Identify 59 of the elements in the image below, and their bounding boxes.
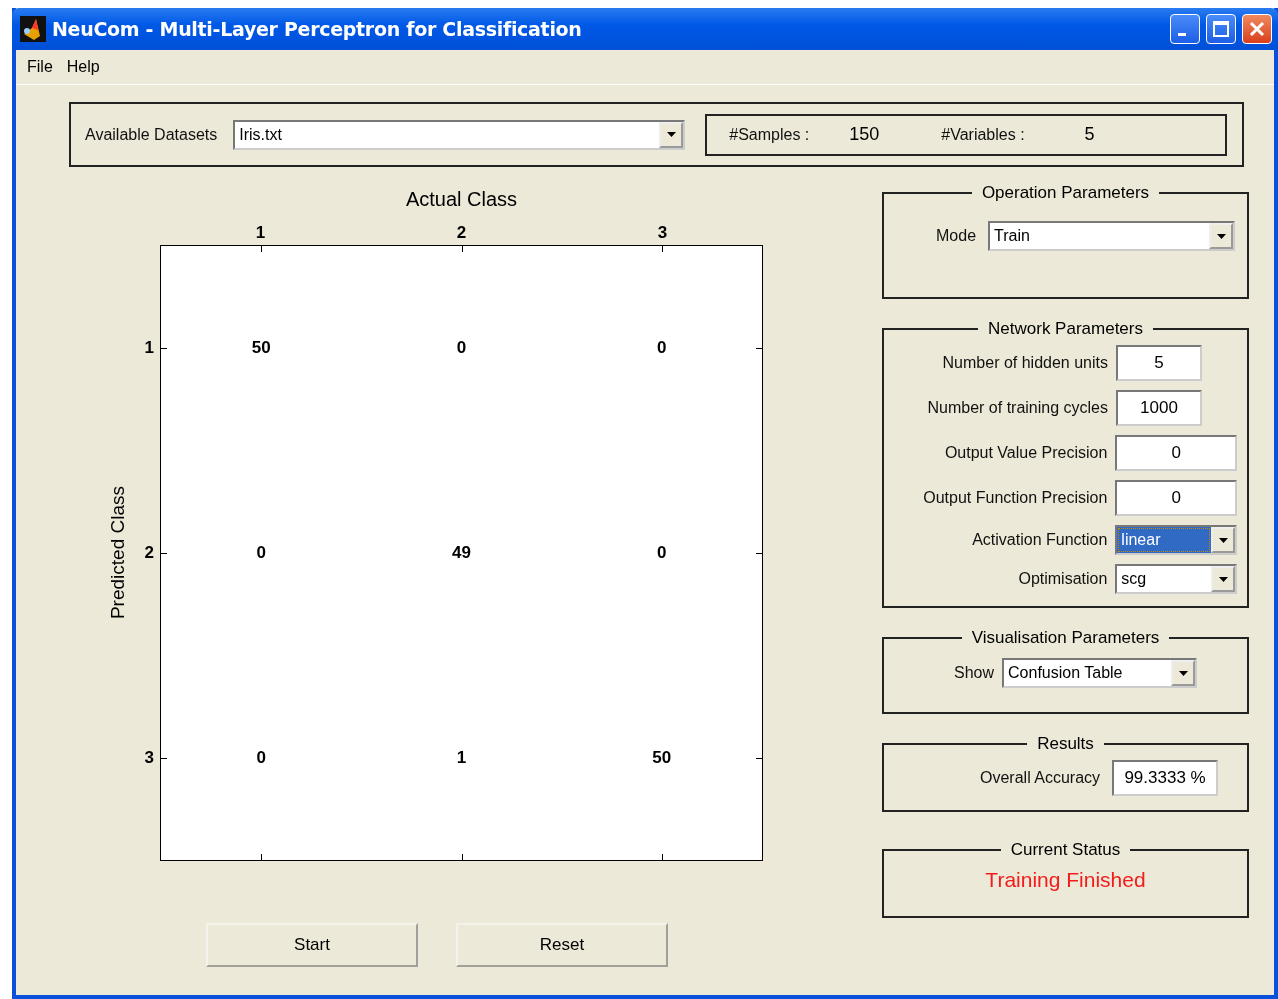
field-label: Available Datasets [85, 125, 218, 144]
close-icon [1248, 20, 1266, 38]
stat-label: #Variables : [941, 125, 1025, 144]
menu-item[interactable]: Help [61, 56, 105, 78]
panel-title: Operation Parameters [980, 183, 1151, 203]
stat-label: #Samples : [729, 125, 810, 144]
field-label: Overall Accuracy [980, 769, 1101, 787]
panel-title: Network Parameters [987, 319, 1144, 339]
input-field[interactable]: 0 [1115, 435, 1237, 471]
close-button[interactable] [1242, 14, 1272, 44]
panel-title: Visualisation Parameters [970, 628, 1161, 648]
row-label: 1 [144, 337, 154, 358]
input-field[interactable]: 0 [1115, 480, 1237, 516]
dropdown[interactable]: Confusion Table [1002, 658, 1198, 688]
dropdown[interactable]: linear [1115, 525, 1237, 555]
field-label: Show [954, 664, 995, 682]
maximize-button[interactable] [1206, 14, 1236, 44]
matrix-value: 49 [452, 543, 471, 563]
axis-title: Actual Class [404, 188, 519, 211]
input-field[interactable]: 99.3333 % [1112, 760, 1219, 796]
field-label: Output Function Precision [922, 489, 1108, 507]
window-title: NeuCom - Multi-Layer Perceptron for Classification [52, 18, 583, 40]
matrix-value: 0 [256, 747, 266, 768]
minimize-icon [1178, 32, 1186, 36]
matrix-value: 0 [456, 338, 467, 359]
matrix-value: 50 [652, 747, 672, 768]
field-label: Mode [936, 227, 977, 245]
panel-title: Results [1036, 734, 1095, 754]
matrix-value: 0 [657, 543, 667, 563]
dropdown[interactable]: Train [988, 221, 1236, 251]
field-label: Optimisation [1017, 570, 1108, 588]
column-label: 3 [656, 223, 669, 243]
dropdown[interactable]: Iris.txt [233, 119, 686, 150]
axis-title: Predicted Class [107, 486, 129, 620]
matrix-value: 0 [256, 543, 266, 563]
action-button[interactable]: Start [206, 923, 418, 967]
field-label: Output Value Precision [943, 444, 1108, 462]
matrix-value: 1 [456, 747, 467, 768]
menu-item[interactable]: File [22, 56, 58, 78]
dropdown[interactable]: scg [1115, 564, 1237, 594]
field-label: Activation Function [971, 531, 1108, 549]
stat-value: 150 [848, 124, 881, 145]
minimize-button[interactable] [1170, 14, 1200, 44]
matrix-value: 0 [657, 338, 667, 359]
matrix-value: 50 [251, 338, 271, 359]
panel-title: Current Status [1009, 840, 1122, 860]
row-label: 3 [144, 748, 154, 769]
column-label: 1 [254, 223, 267, 243]
app-icon [20, 16, 46, 42]
column-label: 2 [455, 223, 468, 243]
maximize-icon [1212, 20, 1230, 38]
field-label: Number of hidden units [941, 354, 1108, 372]
input-field[interactable]: 1000 [1116, 390, 1202, 426]
input-field[interactable]: 5 [1116, 345, 1202, 381]
action-button[interactable]: Reset [456, 923, 668, 967]
field-label: Number of training cycles [926, 399, 1108, 417]
stat-value: 5 [1083, 124, 1096, 145]
row-label: 2 [144, 543, 154, 563]
status-text: Training Finished [984, 867, 1147, 893]
